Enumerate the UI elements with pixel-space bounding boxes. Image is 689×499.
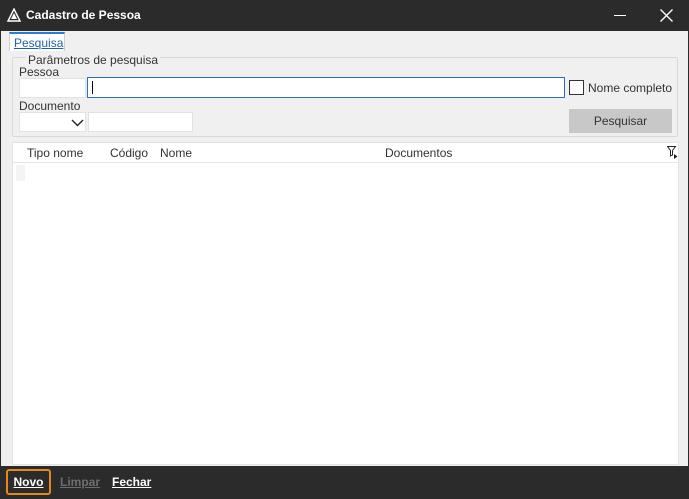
documento-label: Documento	[19, 99, 81, 113]
pessoa-name-input[interactable]	[87, 77, 565, 98]
tab-pesquisa[interactable]: Pesquisa	[9, 32, 65, 51]
pessoa-code-input[interactable]	[19, 78, 86, 98]
results-grid[interactable]: Tipo nome Código Nome Documentos	[12, 142, 679, 465]
documento-input[interactable]	[88, 112, 193, 132]
documento-type-select[interactable]	[19, 112, 86, 132]
nome-completo-checkbox[interactable]	[569, 80, 584, 95]
app-logo-icon	[7, 8, 21, 22]
fechar-button[interactable]: Fechar	[112, 472, 151, 493]
column-nome[interactable]: Nome	[160, 146, 192, 160]
window-title: Cadastro de Pessoa	[26, 8, 141, 22]
chevron-down-icon	[71, 119, 84, 127]
client-area: Pesquisa Parâmetros de pesquisa Pessoa N…	[0, 31, 689, 466]
minimize-icon	[614, 15, 626, 16]
limpar-button[interactable]: Limpar	[60, 472, 100, 493]
close-button[interactable]	[643, 0, 689, 31]
column-codigo[interactable]: Código	[110, 146, 148, 160]
text-caret	[92, 81, 93, 94]
nome-completo-label[interactable]: Nome completo	[588, 81, 672, 95]
grid-header: Tipo nome Código Nome Documentos	[13, 143, 678, 163]
pesquisar-button[interactable]: Pesquisar	[569, 109, 672, 133]
pessoa-label: Pessoa	[19, 65, 60, 79]
minimize-button[interactable]	[597, 0, 643, 31]
filter-icon[interactable]	[667, 146, 678, 159]
close-icon	[660, 9, 673, 22]
column-tipo-nome[interactable]: Tipo nome	[27, 146, 83, 160]
tab-pesquisa-label: Pesquisa	[14, 36, 64, 50]
row-selector[interactable]	[16, 165, 25, 181]
column-documentos[interactable]: Documentos	[385, 146, 452, 160]
bottom-bar: Novo Limpar Fechar	[0, 466, 689, 499]
title-bar: Cadastro de Pessoa	[0, 0, 689, 31]
novo-button[interactable]: Novo	[6, 469, 51, 495]
